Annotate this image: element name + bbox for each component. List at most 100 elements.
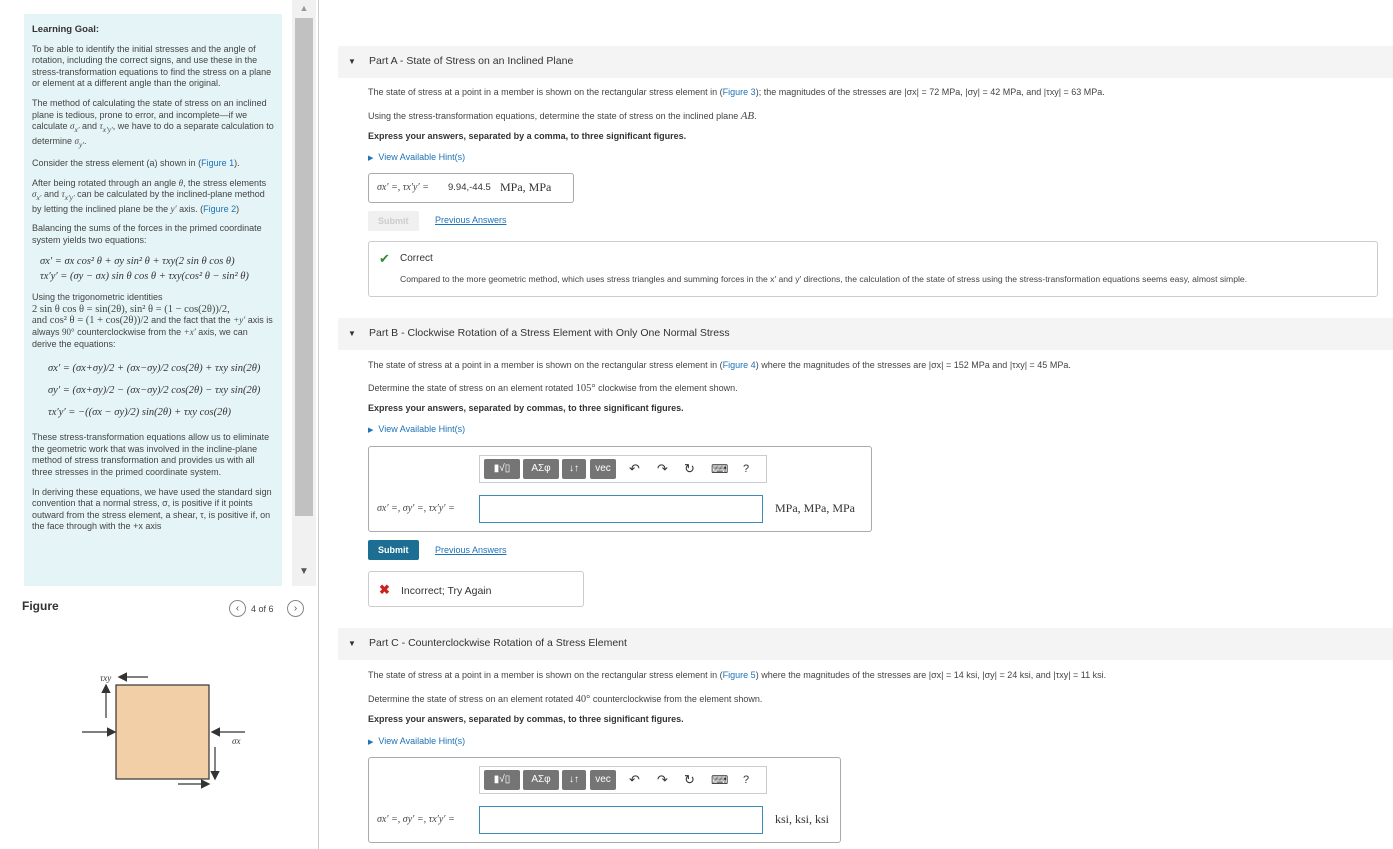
previous-figure-button[interactable]: ‹ bbox=[229, 600, 246, 617]
part-a-feedback-text: Compared to the more geometric method, w… bbox=[400, 274, 1248, 284]
undo-icon[interactable]: ↶ bbox=[629, 461, 640, 477]
part-c-title: Part C - Counterclockwise Rotation of a … bbox=[369, 637, 627, 649]
figure-counter: 4 of 6 bbox=[251, 604, 274, 614]
part-c-answer-box: ▮√▯ ΑΣφ ↓↑ vec ↶ ↷ ↻ ⌨ ? σx′ =, σy′ =, τ… bbox=[368, 757, 841, 843]
help-icon[interactable]: ? bbox=[743, 461, 749, 477]
part-c-hint-link[interactable]: ▶ View Available Hint(s) bbox=[368, 736, 465, 746]
part-b-instruction: Express your answers, separated by comma… bbox=[368, 403, 684, 413]
part-b-header[interactable]: ▼ Part B - Clockwise Rotation of a Stres… bbox=[338, 318, 1393, 350]
chevron-right-icon: › bbox=[293, 603, 298, 614]
vector-button[interactable]: vec bbox=[590, 459, 616, 479]
part-c-task: Determine the state of stress on an elem… bbox=[368, 694, 763, 705]
part-a-answer-units: MPa, MPa bbox=[500, 180, 552, 194]
goal-paragraph-4: After being rotated through an angle θ, … bbox=[32, 177, 267, 214]
part-b-feedback: ✖ Incorrect; Try Again bbox=[368, 571, 584, 607]
part-b-statement: The state of stress at a point in a memb… bbox=[368, 360, 1071, 370]
part-c-answer-units: ksi, ksi, ksi bbox=[775, 812, 830, 826]
goal-paragraph-5: Balancing the sums of the forces in the … bbox=[32, 223, 262, 245]
part-a-header[interactable]: ▼ Part A - State of Stress on an Incline… bbox=[338, 46, 1393, 78]
equation-tau-xprime-yprime: τx′y′ = (σy − σx) sin θ cos θ + τxy(cos²… bbox=[40, 271, 249, 283]
goal-paragraph-3: Consider the stress element (a) shown in… bbox=[32, 157, 240, 168]
learning-goal-panel: Learning Goal: To be able to identify th… bbox=[24, 14, 282, 586]
redo-icon[interactable]: ↷ bbox=[657, 461, 668, 477]
part-a-previous-answers-link[interactable]: Previous Answers bbox=[435, 215, 507, 225]
greek-symbols-button[interactable]: ΑΣφ bbox=[523, 770, 559, 790]
part-c-answer-label: σx′ =, σy′ =, τx′y′ = bbox=[377, 814, 455, 825]
equation-sigma-yprime-transform: σy′ = (σx+σy)/2 − (σx−σy)/2 cos(2θ) − τx… bbox=[48, 385, 261, 397]
equation-block-1: σx′ = σx cos² θ + σy sin² θ + τxy(2 sin … bbox=[32, 254, 274, 284]
equation-sigma-xprime-transform: σx′ = (σx+σy)/2 + (σx−σy)/2 cos(2θ) + τx… bbox=[48, 363, 261, 375]
greek-symbols-button[interactable]: ΑΣφ bbox=[523, 459, 559, 479]
templates-button[interactable]: ▮√▯ bbox=[484, 459, 520, 479]
left-pane: Learning Goal: To be able to identify th… bbox=[0, 0, 319, 849]
keyboard-icon[interactable]: ⌨ bbox=[711, 772, 728, 788]
next-figure-button[interactable]: › bbox=[287, 600, 304, 617]
equation-sigma-xprime: σx′ = σx cos² θ + σy sin² θ + τxy(2 sin … bbox=[40, 256, 235, 268]
figure-3-link[interactable]: Figure 3 bbox=[723, 87, 756, 97]
part-a-instruction: Express your answers, separated by a com… bbox=[368, 131, 687, 141]
figure-4-link[interactable]: Figure 4 bbox=[723, 360, 756, 370]
part-b-previous-answers-link[interactable]: Previous Answers bbox=[435, 545, 507, 555]
triangle-right-icon: ▶ bbox=[368, 427, 374, 434]
part-a-answer-value[interactable]: 9.94,-44.5 bbox=[448, 182, 491, 193]
figure-5-link[interactable]: Figure 5 bbox=[723, 670, 756, 680]
learning-goal-title: Learning Goal: bbox=[32, 24, 100, 35]
help-icon[interactable]: ? bbox=[743, 772, 749, 788]
stress-element-square bbox=[115, 684, 210, 780]
part-a-title: Part A - State of Stress on an Inclined … bbox=[369, 55, 574, 67]
part-b-answer-input[interactable] bbox=[479, 495, 763, 523]
part-b-hint-link[interactable]: ▶ View Available Hint(s) bbox=[368, 424, 465, 434]
scroll-down-arrow-icon[interactable]: ▼ bbox=[292, 564, 316, 580]
part-b-math-toolbar: ▮√▯ ΑΣφ ↓↑ vec ↶ ↷ ↻ ⌨ ? bbox=[479, 455, 767, 483]
part-b-title: Part B - Clockwise Rotation of a Stress … bbox=[369, 327, 730, 339]
goal-paragraph-2: The method of calculating the state of s… bbox=[32, 97, 274, 149]
scroll-up-arrow-icon[interactable]: ▲ bbox=[292, 0, 316, 16]
triangle-right-icon: ▶ bbox=[368, 155, 374, 162]
goal-paragraph-1: To be able to identify the initial stres… bbox=[32, 43, 272, 89]
collapse-triangle-icon[interactable]: ▼ bbox=[348, 639, 356, 648]
part-c-math-toolbar: ▮√▯ ΑΣφ ↓↑ vec ↶ ↷ ↻ ⌨ ? bbox=[479, 766, 767, 794]
arrows-button[interactable]: ↓↑ bbox=[562, 770, 586, 790]
figure-1-link[interactable]: Figure 1 bbox=[201, 158, 234, 168]
arrows-button[interactable]: ↓↑ bbox=[562, 459, 586, 479]
tau-xy-label: τxy bbox=[100, 673, 111, 683]
part-a-answer-box: σx′ =, τx′y′ = 9.94,-44.5 MPa, MPa bbox=[368, 173, 574, 203]
triangle-right-icon: ▶ bbox=[368, 739, 374, 746]
redo-icon[interactable]: ↷ bbox=[657, 772, 668, 788]
part-c-header[interactable]: ▼ Part C - Counterclockwise Rotation of … bbox=[338, 628, 1393, 660]
undo-icon[interactable]: ↶ bbox=[629, 772, 640, 788]
reset-icon[interactable]: ↻ bbox=[684, 461, 695, 477]
goal-paragraph-6: Using the trigonometric identities 2 sin… bbox=[32, 292, 273, 349]
templates-button[interactable]: ▮√▯ bbox=[484, 770, 520, 790]
part-b-answer-units: MPa, MPa, MPa bbox=[775, 501, 856, 515]
part-a-feedback: ✔ Correct Compared to the more geometric… bbox=[368, 241, 1378, 297]
part-a-task: Using the stress-transformation equation… bbox=[368, 110, 757, 122]
figure-heading: Figure bbox=[22, 599, 59, 613]
stress-element-figure: τxy σx bbox=[82, 672, 245, 789]
part-b-task: Determine the state of stress on an elem… bbox=[368, 383, 738, 394]
goal-paragraph-8: In deriving these equations, we have use… bbox=[32, 486, 272, 532]
part-a-statement: The state of stress at a point in a memb… bbox=[368, 87, 1105, 97]
part-c-statement: The state of stress at a point in a memb… bbox=[368, 670, 1107, 680]
part-b-feedback-title: Incorrect; Try Again bbox=[401, 585, 492, 597]
part-a-submit-button[interactable]: Submit bbox=[368, 211, 419, 231]
chevron-left-icon: ‹ bbox=[235, 603, 240, 614]
vector-button[interactable]: vec bbox=[590, 770, 616, 790]
part-c-answer-input[interactable] bbox=[479, 806, 763, 834]
part-c-instruction: Express your answers, separated by comma… bbox=[368, 714, 684, 724]
collapse-triangle-icon[interactable]: ▼ bbox=[348, 329, 356, 338]
part-a-hint-link[interactable]: ▶ View Available Hint(s) bbox=[368, 152, 465, 162]
incorrect-x-icon: ✖ bbox=[379, 582, 390, 597]
keyboard-icon[interactable]: ⌨ bbox=[711, 461, 728, 477]
sigma-x-label: σx bbox=[232, 736, 240, 746]
figure-2-link[interactable]: Figure 2 bbox=[203, 204, 236, 214]
collapse-triangle-icon[interactable]: ▼ bbox=[348, 57, 356, 66]
goal-paragraph-7: These stress-transformation equations al… bbox=[32, 432, 270, 478]
checkmark-icon: ✔ bbox=[379, 251, 390, 266]
part-b-submit-button[interactable]: Submit bbox=[368, 540, 419, 560]
scrollbar-thumb[interactable] bbox=[295, 18, 313, 516]
equation-block-2: σx′ = (σx+σy)/2 + (σx−σy)/2 cos(2θ) + τx… bbox=[32, 358, 274, 424]
part-b-answer-label: σx′ =, σy′ =, τx′y′ = bbox=[377, 503, 455, 514]
reset-icon[interactable]: ↻ bbox=[684, 772, 695, 788]
part-a-feedback-title: Correct bbox=[400, 253, 433, 264]
